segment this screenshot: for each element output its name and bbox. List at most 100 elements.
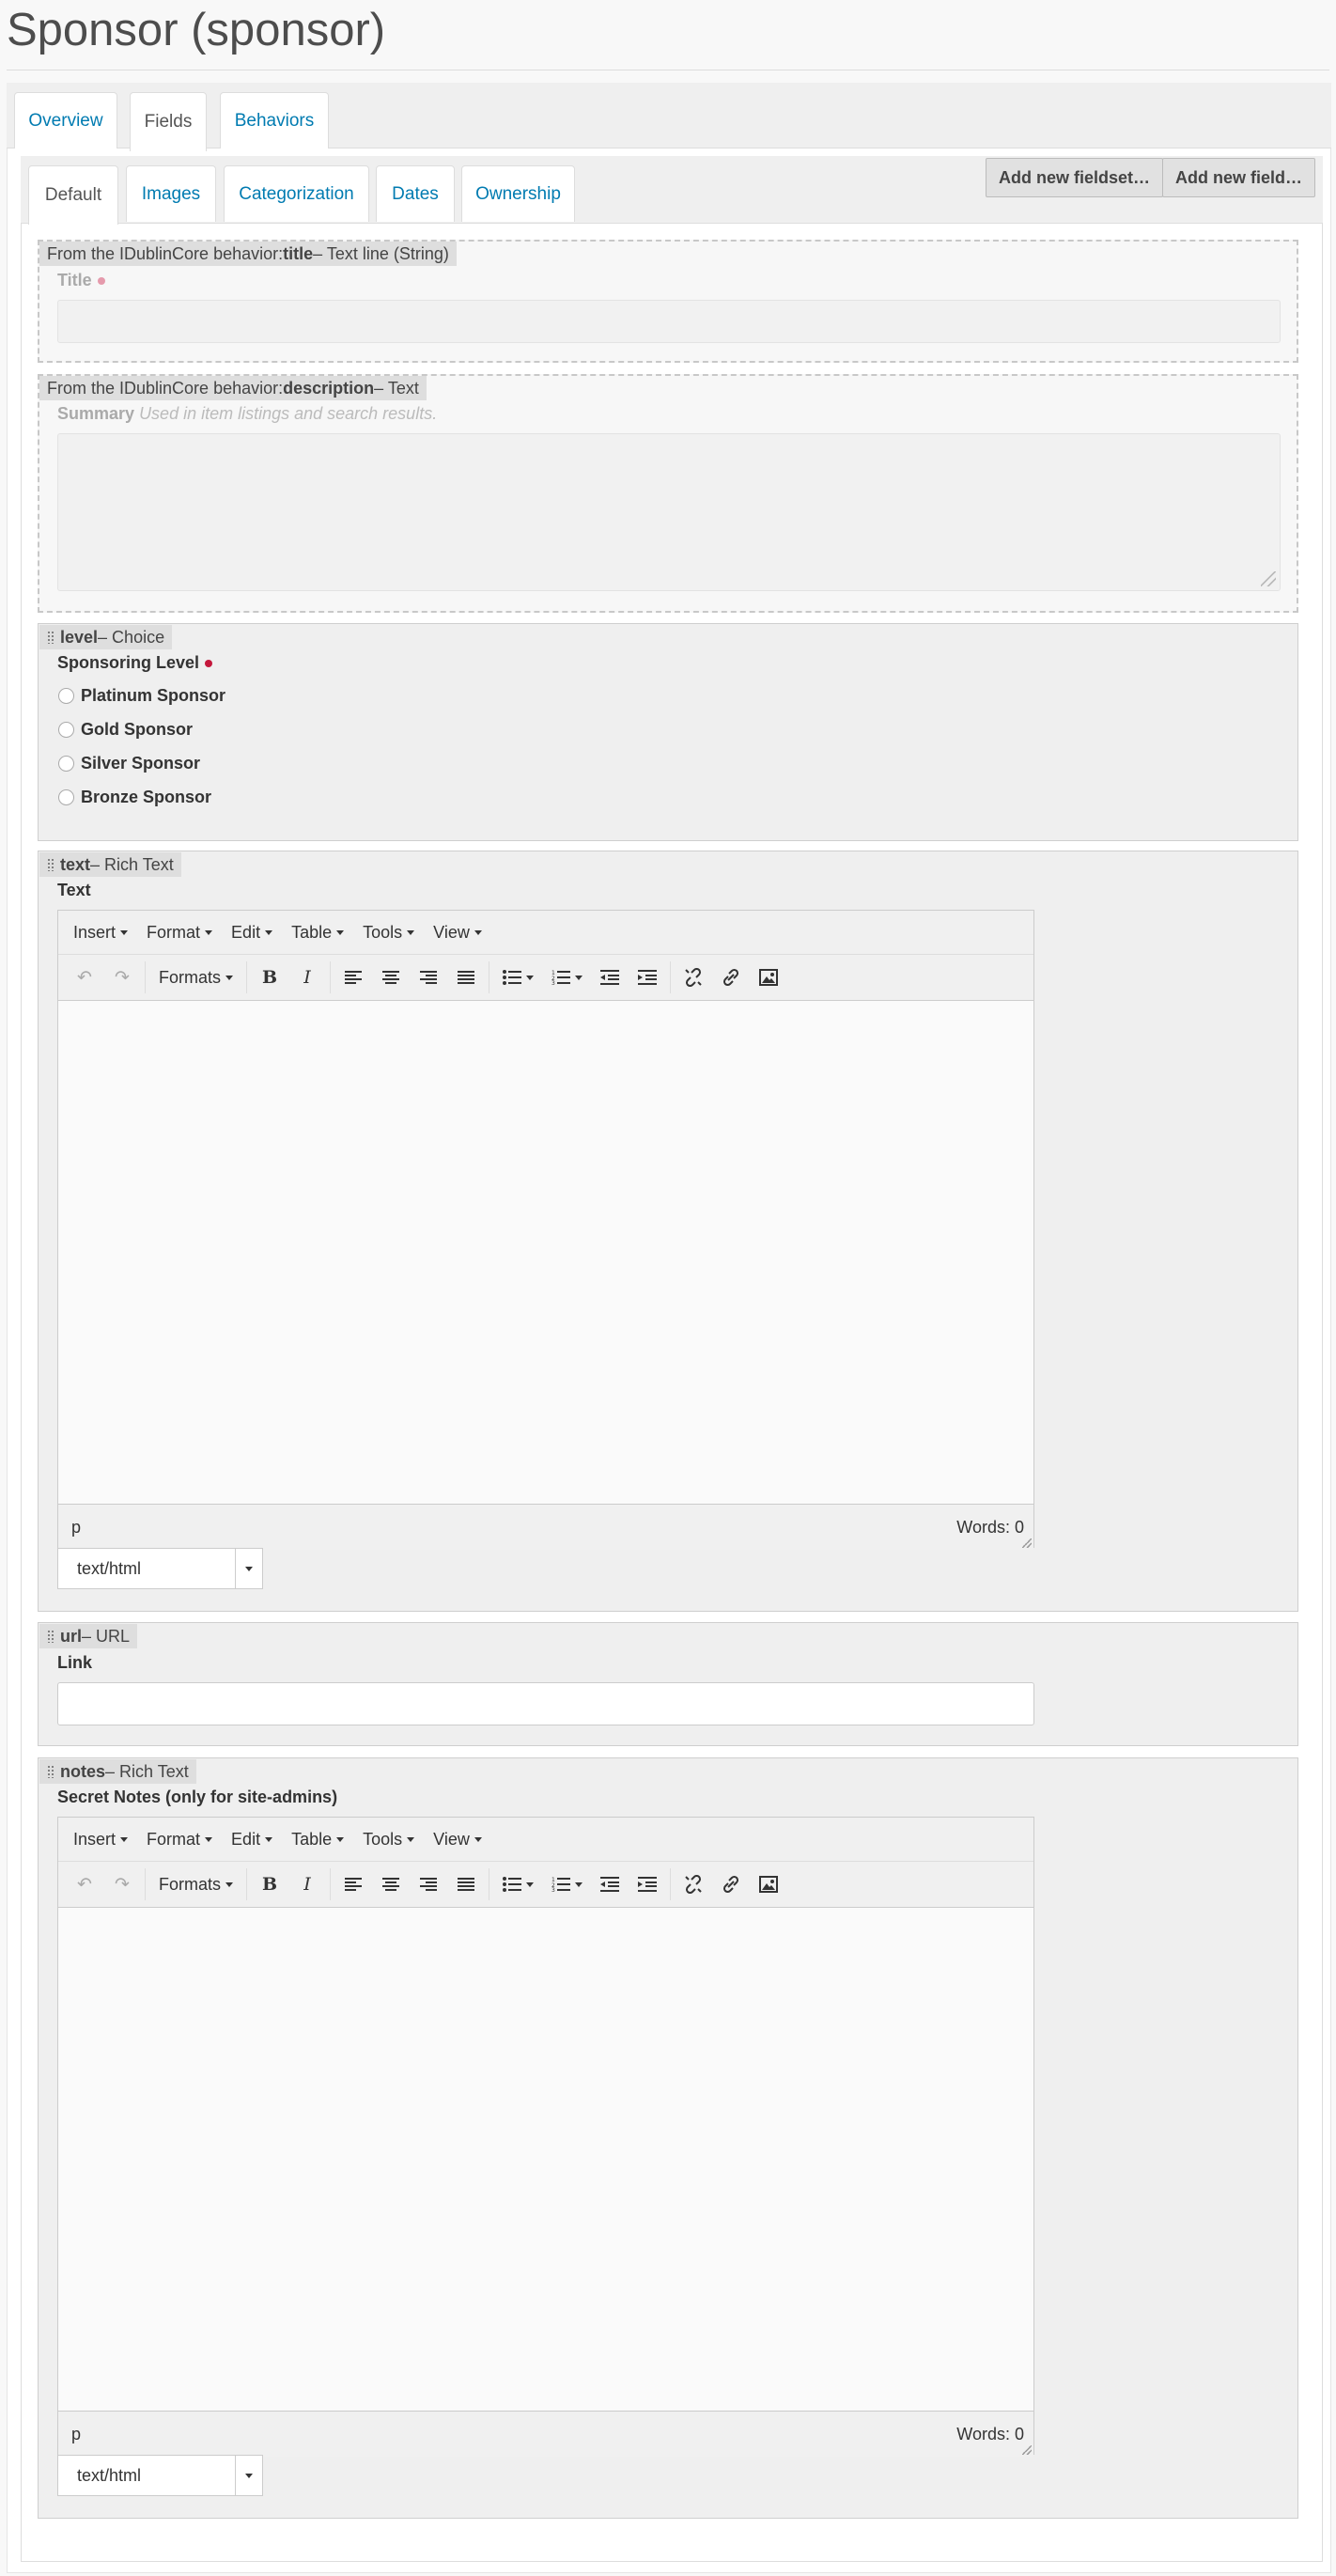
legend-text[interactable]: text – Rich Text (39, 852, 181, 877)
tab-categorization[interactable]: Categorization (224, 165, 369, 222)
legend-url[interactable]: url – URL (39, 1624, 138, 1648)
resize-grip-icon[interactable] (1022, 2445, 1032, 2455)
align-justify-icon[interactable] (447, 960, 485, 994)
tab-behaviors[interactable]: Behaviors (220, 92, 329, 148)
editor-menubar: Insert Format Edit Table Tools View (58, 911, 1033, 955)
legend-level[interactable]: level – Choice (39, 625, 173, 649)
add-fieldset-button[interactable]: Add new fieldset… (986, 158, 1163, 197)
menu-label: View (433, 1829, 470, 1849)
undo-icon[interactable]: ↶ (66, 960, 103, 994)
select-arrow[interactable] (235, 1549, 262, 1588)
menu-edit[interactable]: Edit (231, 923, 273, 943)
italic-icon[interactable]: I (288, 960, 326, 994)
align-center-icon[interactable] (372, 1867, 410, 1901)
radio-label-platinum[interactable]: Platinum Sponsor (81, 686, 225, 706)
image-icon[interactable] (750, 1867, 787, 1901)
indent-icon[interactable] (629, 1867, 666, 1901)
radio-platinum[interactable] (58, 688, 74, 704)
radio-gold[interactable] (58, 722, 74, 738)
bold-icon[interactable]: B (251, 1867, 288, 1901)
link-icon[interactable] (712, 1867, 750, 1901)
redo-icon[interactable]: ↷ (103, 960, 141, 994)
notes-editor-content[interactable] (58, 1908, 1033, 2411)
link-icon[interactable] (712, 960, 750, 994)
redo-icon[interactable]: ↷ (103, 1867, 141, 1901)
resize-grip-icon[interactable] (1022, 1538, 1032, 1548)
tab-default[interactable]: Default (28, 165, 118, 225)
menu-table[interactable]: Table (291, 923, 345, 943)
resize-grip-icon[interactable] (1261, 571, 1276, 586)
align-left-icon[interactable] (334, 1867, 372, 1901)
radio-label-bronze[interactable]: Bronze Sponsor (81, 788, 211, 807)
drag-handle-icon[interactable] (47, 858, 54, 871)
menu-edit[interactable]: Edit (231, 1830, 273, 1850)
tab-overview[interactable]: Overview (14, 92, 117, 148)
tab-dates[interactable]: Dates (376, 165, 455, 222)
add-field-button[interactable]: Add new field… (1162, 158, 1315, 197)
tab-fields[interactable]: Fields (130, 92, 207, 151)
legend-prefix: From the IDublinCore behavior: (47, 378, 284, 398)
indent-icon[interactable] (629, 960, 666, 994)
radio-label-silver[interactable]: Silver Sponsor (81, 754, 200, 773)
title-input[interactable] (57, 300, 1281, 343)
element-path[interactable]: p (71, 2425, 81, 2444)
align-right-icon[interactable] (410, 1867, 447, 1901)
link-input[interactable] (57, 1682, 1034, 1725)
summary-label: Summary Used in item listings and search… (57, 404, 437, 424)
select-arrow[interactable] (235, 2456, 262, 2495)
menu-insert[interactable]: Insert (73, 1830, 129, 1850)
menu-tools[interactable]: Tools (363, 1830, 415, 1850)
drag-handle-icon[interactable] (47, 631, 54, 644)
menu-label: Insert (73, 922, 117, 942)
bullet-list-icon[interactable] (493, 1867, 542, 1901)
undo-icon[interactable]: ↶ (66, 1867, 103, 1901)
menu-view[interactable]: View (433, 1830, 482, 1850)
formats-dropdown[interactable]: Formats (149, 960, 242, 994)
drag-handle-icon[interactable] (47, 1765, 54, 1778)
image-icon[interactable] (750, 960, 787, 994)
formats-label: Formats (159, 967, 222, 987)
legend-field-type: – Choice (98, 627, 165, 647)
caret-down-icon (336, 1836, 345, 1842)
align-left-icon[interactable] (334, 960, 372, 994)
legend-title[interactable]: From the IDublinCore behavior: title – T… (39, 242, 457, 266)
outdent-icon[interactable] (591, 960, 629, 994)
menu-view[interactable]: View (433, 923, 482, 943)
unlink-icon[interactable] (675, 960, 712, 994)
unlink-icon[interactable] (675, 1867, 712, 1901)
notes-mimetype-select[interactable]: text/html (57, 2455, 263, 2496)
italic-icon[interactable]: I (288, 1867, 326, 1901)
outdent-icon[interactable] (591, 1867, 629, 1901)
editor-toolbar: ↶ ↷ Formats B I 123 (58, 1862, 1033, 1908)
text-mimetype-select[interactable]: text/html (57, 1548, 263, 1589)
formats-dropdown[interactable]: Formats (149, 1867, 242, 1901)
text-editor-content[interactable] (58, 1001, 1033, 1504)
menu-tools[interactable]: Tools (363, 923, 415, 943)
radio-label-gold[interactable]: Gold Sponsor (81, 720, 193, 740)
menu-table[interactable]: Table (291, 1830, 345, 1850)
align-center-icon[interactable] (372, 960, 410, 994)
element-path[interactable]: p (71, 1518, 81, 1538)
menu-format[interactable]: Format (147, 1830, 213, 1850)
caret-down-icon (120, 929, 129, 935)
numbered-list-icon[interactable]: 123 (542, 960, 591, 994)
drag-handle-icon[interactable] (47, 1630, 54, 1643)
radio-bronze[interactable] (58, 789, 74, 805)
align-right-icon[interactable] (410, 960, 447, 994)
caret-down-icon (225, 975, 234, 980)
sponsoring-level-label: Sponsoring Level (57, 653, 213, 673)
tab-images[interactable]: Images (126, 165, 216, 222)
summary-textarea[interactable] (57, 433, 1281, 591)
legend-field-type: – URL (82, 1626, 131, 1646)
bullet-list-icon[interactable] (493, 960, 542, 994)
menu-format[interactable]: Format (147, 923, 213, 943)
radio-silver[interactable] (58, 756, 74, 772)
legend-description[interactable]: From the IDublinCore behavior: descripti… (39, 376, 427, 400)
numbered-list-icon[interactable]: 123 (542, 1867, 591, 1901)
tab-ownership[interactable]: Ownership (461, 165, 575, 222)
menu-insert[interactable]: Insert (73, 922, 129, 943)
legend-notes[interactable]: notes – Rich Text (39, 1759, 196, 1784)
required-indicator (205, 660, 213, 668)
align-justify-icon[interactable] (447, 1867, 485, 1901)
bold-icon[interactable]: B (251, 960, 288, 994)
